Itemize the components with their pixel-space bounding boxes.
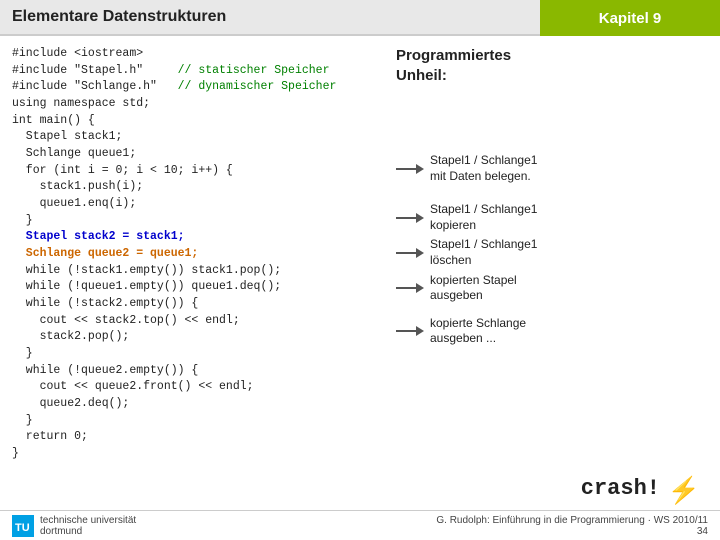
code-line: #include "Stapel.h" // statischer Speich… [12, 63, 380, 80]
annotation-3: Stapel1 / Schlange1löschen [396, 237, 710, 268]
code-line: } [12, 446, 380, 463]
code-line: Schlange queue1; [12, 146, 380, 163]
copyright-text: G. Rudolph: Einführung in die Programmie… [436, 515, 708, 526]
code-line: queue1.enq(i); [12, 196, 380, 213]
annotation-4: kopierten Stapelausgeben [396, 273, 710, 304]
code-line: cout << stack2.top() << endl; [12, 313, 380, 330]
crash-area: crash! ⚡ [396, 475, 710, 510]
code-line-blue: Stapel stack2 = stack1; [12, 229, 380, 246]
code-line: #include "Schlange.h" // dynamischer Spe… [12, 79, 380, 96]
annotation-text-5: kopierte Schlangeausgeben ... [430, 316, 526, 347]
institution-name: technische universitätdortmund [40, 515, 136, 537]
annotation-text-3: Stapel1 / Schlange1löschen [430, 237, 537, 268]
code-line: stack1.push(i); [12, 179, 380, 196]
annotation-text-2: Stapel1 / Schlange1kopieren [430, 202, 537, 233]
code-line: } [12, 413, 380, 430]
annotations-panel: ProgrammiertesUnheil: Stapel1 / Schlange… [390, 36, 720, 510]
title-text: Elementare Datenstrukturen [12, 8, 226, 26]
code-line: while (!queue2.empty()) { [12, 363, 380, 380]
footer: TU technische universitätdortmund G. Rud… [0, 510, 720, 540]
code-line: using namespace std; [12, 96, 380, 113]
main-content: #include <iostream> #include "Stapel.h" … [0, 36, 720, 510]
page-title: Elementare Datenstrukturen [0, 0, 540, 36]
footer-logo: TU technische universitätdortmund [12, 515, 136, 537]
code-line: while (!stack2.empty()) { [12, 296, 380, 313]
code-line: cout << queue2.front() << endl; [12, 379, 380, 396]
code-line: return 0; [12, 429, 380, 446]
annotation-5: kopierte Schlangeausgeben ... [396, 316, 710, 347]
spacer [396, 93, 710, 153]
code-line: stack2.pop(); [12, 329, 380, 346]
header: Elementare Datenstrukturen Kapitel 9 [0, 0, 720, 36]
arrow-icon-1 [396, 162, 424, 176]
annotation-text-4: kopierten Stapelausgeben [430, 273, 517, 304]
svg-text:TU: TU [15, 522, 30, 534]
code-line: #include <iostream> [12, 46, 380, 63]
arrow-icon-5 [396, 324, 424, 338]
code-line: } [12, 346, 380, 363]
arrow-icon-3 [396, 246, 424, 260]
code-line: queue2.deq(); [12, 396, 380, 413]
annotation-text-1: Stapel1 / Schlange1mit Daten belegen. [430, 153, 537, 184]
code-panel: #include <iostream> #include "Stapel.h" … [0, 36, 390, 510]
arrow-icon-2 [396, 211, 424, 225]
footer-info: G. Rudolph: Einführung in die Programmie… [436, 515, 708, 537]
kapitel-text: Kapitel 9 [599, 10, 662, 27]
code-line: while (!queue1.empty()) queue1.deq(); [12, 279, 380, 296]
code-line-orange: Schlange queue2 = queue1; [12, 246, 380, 263]
annotation-2: Stapel1 / Schlange1kopieren [396, 202, 710, 233]
kapitel-badge: Kapitel 9 [540, 0, 720, 36]
arrow-icon-4 [396, 281, 424, 295]
code-line: for (int i = 0; i < 10; i++) { [12, 163, 380, 180]
annotation-1: Stapel1 / Schlange1mit Daten belegen. [396, 153, 710, 184]
lightning-icon: ⚡ [668, 475, 700, 506]
crash-text: crash! [581, 476, 660, 501]
programmiertes-unheil: ProgrammiertesUnheil: [396, 46, 710, 85]
code-line: Stapel stack1; [12, 129, 380, 146]
spacer [396, 188, 710, 202]
spacer [396, 308, 710, 316]
code-line: int main() { [12, 113, 380, 130]
page-number: 34 [436, 526, 708, 537]
tu-logo-icon: TU [12, 515, 34, 537]
code-line: while (!stack1.empty()) stack1.pop(); [12, 263, 380, 280]
code-line: } [12, 213, 380, 230]
